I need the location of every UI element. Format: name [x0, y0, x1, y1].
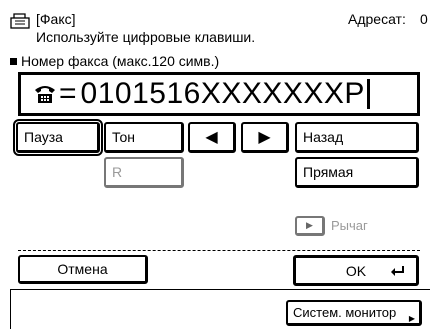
footer-divider	[10, 289, 430, 290]
fax-number-input[interactable]: = 0101516XXXXXXXP	[18, 72, 420, 116]
right-arrow-icon: ▶	[258, 129, 271, 146]
phone-icon	[35, 86, 55, 103]
direct-button-label: Прямая	[303, 164, 354, 180]
footer-left-edge	[10, 289, 11, 329]
left-arrow-icon: ◀	[205, 129, 218, 146]
fax-number-label-text: Номер факса (макс.120 симв.)	[21, 53, 220, 69]
pause-button-label: Пауза	[24, 129, 63, 145]
fax-screen: [Факс] Используйте цифровые клавиши. Адр…	[10, 6, 430, 329]
fax-machine-icon	[10, 13, 30, 29]
enter-icon	[391, 266, 404, 276]
arrow-right-icon: ▶	[408, 314, 415, 323]
cursor-left-button[interactable]: ◀	[188, 122, 236, 153]
direct-button[interactable]: Прямая	[295, 157, 419, 188]
tone-button-label: Тон	[112, 129, 135, 145]
text-cursor	[366, 79, 370, 109]
fax-number-label: Номер факса (макс.120 симв.)	[10, 53, 219, 69]
cursor-right-button[interactable]: ▶	[241, 122, 289, 153]
r-button-label: R	[112, 164, 123, 180]
screen-title: [Факс]	[36, 11, 76, 27]
r-button[interactable]: R	[104, 157, 184, 188]
destination-label: Адресат:	[348, 11, 406, 27]
bullet-icon	[10, 57, 17, 65]
hook-button[interactable]: ▶	[295, 216, 325, 236]
divider	[18, 250, 420, 251]
fax-prefix: =	[59, 77, 77, 110]
arrow-right-icon: ▶	[306, 220, 313, 230]
fax-number-value: 0101516XXXXXXXP	[80, 77, 365, 110]
cancel-button[interactable]: Отмена	[18, 255, 148, 284]
destination-count: 0	[420, 11, 428, 27]
instruction-text: Используйте цифровые клавиши.	[36, 29, 256, 45]
cancel-button-label: Отмена	[57, 261, 108, 277]
tone-button[interactable]: Тон	[104, 122, 184, 153]
back-button[interactable]: Назад	[295, 122, 419, 153]
system-monitor-label: Систем. монитор	[293, 305, 397, 320]
pause-button[interactable]: Пауза	[13, 119, 103, 156]
ok-button-label: OK	[345, 262, 367, 279]
back-button-label: Назад	[303, 129, 344, 145]
system-monitor-button[interactable]: Систем. монитор ▶	[286, 300, 422, 326]
ok-button[interactable]: OK	[293, 255, 419, 286]
hook-label: Рычаг	[331, 218, 368, 233]
